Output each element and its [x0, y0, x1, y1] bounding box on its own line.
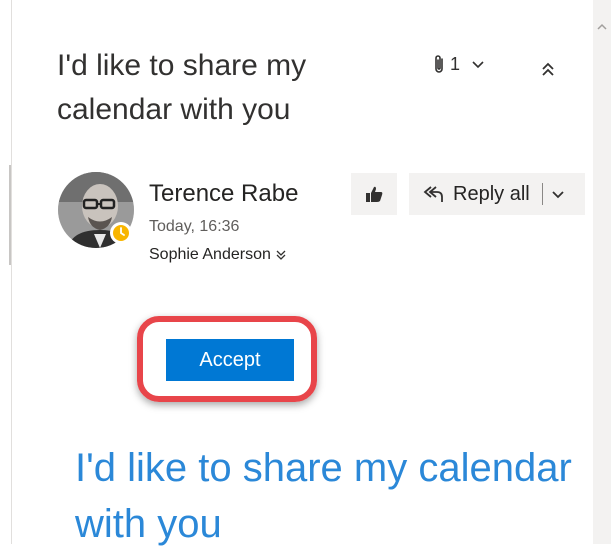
- reply-all-label: Reply all: [453, 182, 530, 205]
- recipient-line[interactable]: Sophie Anderson: [149, 246, 287, 264]
- attachments-toggle[interactable]: 1: [432, 53, 486, 75]
- presence-badge: [110, 222, 132, 244]
- sender-name[interactable]: Terence Rabe: [149, 180, 298, 208]
- attachment-count: 1: [450, 53, 461, 74]
- chevron-down-icon: [552, 191, 564, 199]
- reply-all-button[interactable]: Reply all: [409, 173, 530, 215]
- presence-away-icon: [113, 225, 129, 241]
- like-button[interactable]: [351, 173, 397, 215]
- body-heading: I'd like to share my calendar with you: [75, 446, 572, 546]
- sent-time: Today, 16:36: [149, 218, 240, 235]
- resize-handle[interactable]: [9, 165, 11, 265]
- accept-button[interactable]: Accept: [166, 339, 294, 381]
- chevron-down-icon: [472, 61, 484, 69]
- message-subject: I'd like to share my calendar with you: [57, 49, 307, 126]
- reading-pane-divider: [11, 0, 12, 544]
- vertical-scrollbar[interactable]: [593, 0, 611, 544]
- like-icon: [366, 186, 383, 202]
- collapse-up-icon[interactable]: [537, 58, 559, 80]
- recipient-name: Sophie Anderson: [149, 246, 271, 263]
- reply-all-split-button: Reply all: [409, 173, 585, 215]
- paperclip-icon: [435, 55, 443, 73]
- scroll-up-icon[interactable]: [594, 20, 610, 34]
- reply-all-icon: [423, 186, 443, 202]
- expand-recipients-icon: [276, 250, 286, 260]
- reply-options-button[interactable]: [543, 173, 573, 215]
